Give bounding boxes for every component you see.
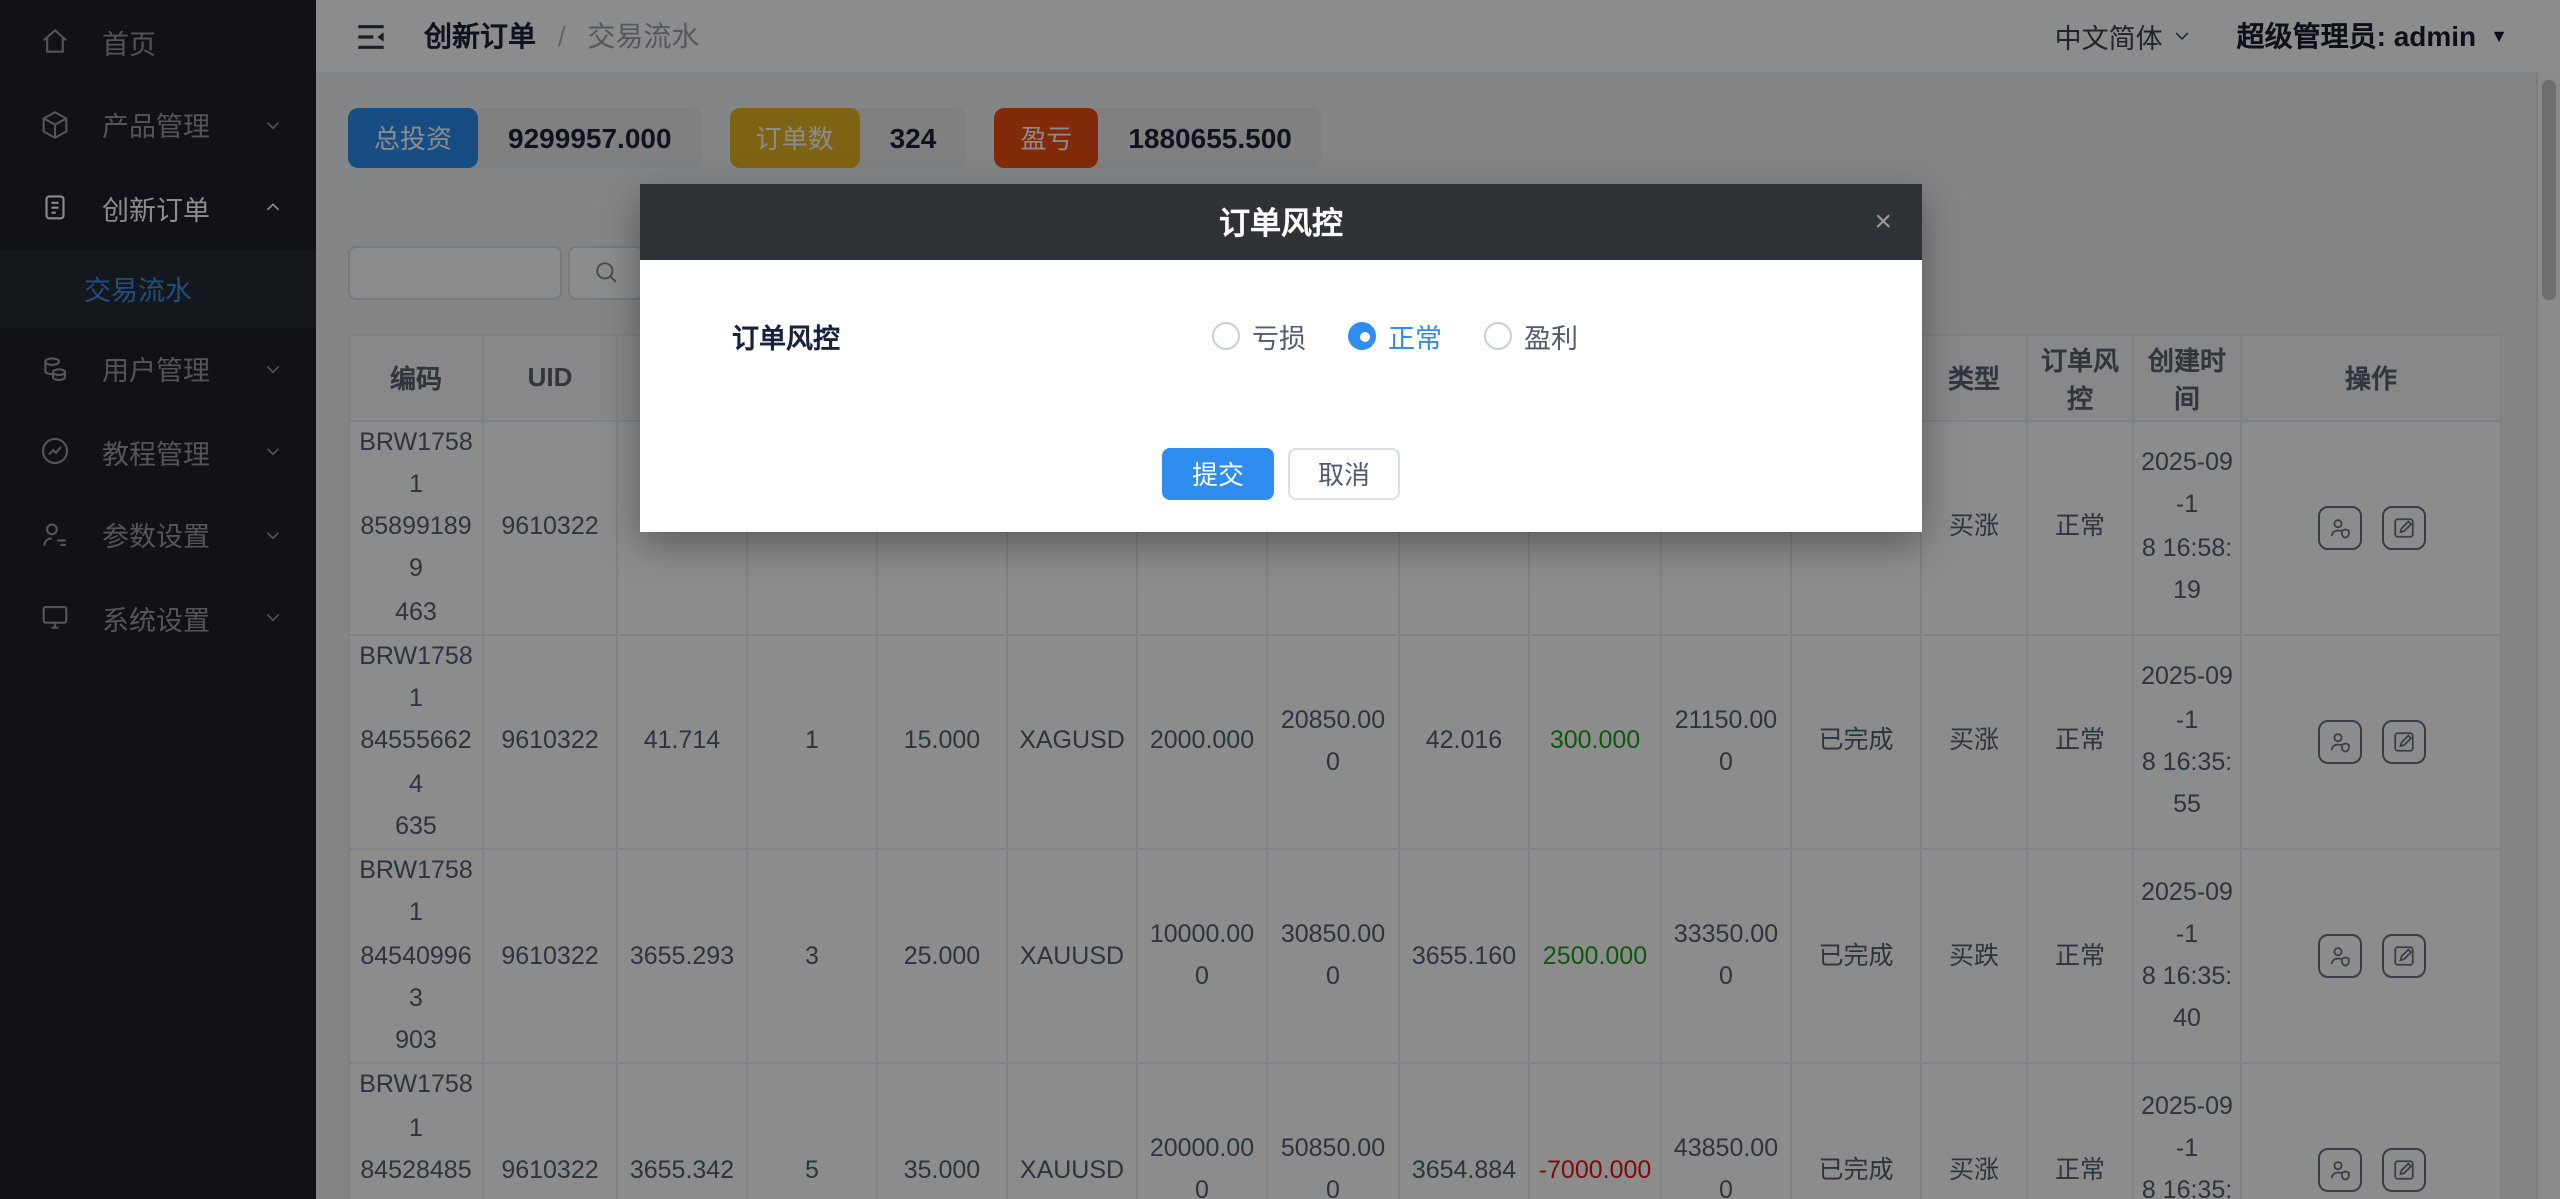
risk-radio-group: 亏损 正常 盈利 bbox=[1212, 315, 1578, 355]
radio-dot-icon bbox=[1212, 321, 1240, 349]
radio-dot-icon bbox=[1484, 321, 1512, 349]
risk-field-label: 订单风控 bbox=[732, 315, 1212, 355]
modal-header: 订单风控 × bbox=[640, 183, 1922, 259]
radio-dot-icon bbox=[1348, 321, 1376, 349]
modal-body: 订单风控 亏损 正常 盈利 提交 取消 bbox=[640, 259, 1922, 499]
page-root: 首页产品管理创新订单交易流水用户管理教程管理参数设置系统设置 创新订单 / 交易… bbox=[0, 0, 2560, 1199]
cancel-button[interactable]: 取消 bbox=[1288, 447, 1400, 499]
submit-button[interactable]: 提交 bbox=[1162, 447, 1274, 499]
risk-radio-盈利[interactable]: 盈利 bbox=[1484, 315, 1578, 355]
risk-radio-亏损[interactable]: 亏损 bbox=[1212, 315, 1306, 355]
risk-radio-正常[interactable]: 正常 bbox=[1348, 315, 1442, 355]
modal-overlay bbox=[0, 0, 2560, 1199]
risk-form-row: 订单风控 亏损 正常 盈利 bbox=[640, 307, 1922, 363]
modal-actions: 提交 取消 bbox=[640, 447, 1922, 499]
radio-label: 亏损 bbox=[1252, 315, 1306, 355]
close-icon[interactable]: × bbox=[1874, 204, 1892, 238]
modal-title: 订单风控 bbox=[1219, 199, 1343, 243]
risk-control-modal: 订单风控 × 订单风控 亏损 正常 盈利 提交 取消 bbox=[640, 183, 1922, 531]
radio-label: 盈利 bbox=[1524, 315, 1578, 355]
radio-label: 正常 bbox=[1388, 315, 1442, 355]
